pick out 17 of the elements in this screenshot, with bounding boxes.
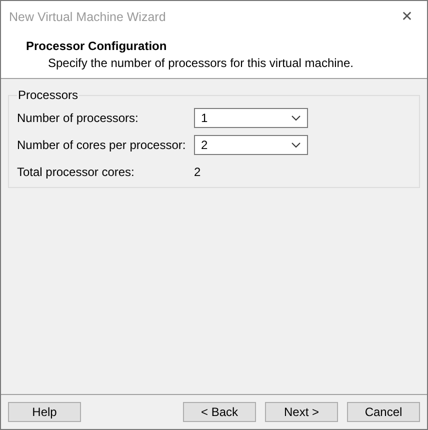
field-label: Number of cores per processor:: [17, 138, 187, 152]
chevron-down-icon: [291, 142, 301, 148]
page-subtitle: Specify the number of processors for this virtual machine.: [47, 55, 354, 70]
window-title: New Virtual Machine Wizard: [8, 10, 166, 24]
wizard-button[interactable]: Cancel: [347, 402, 420, 422]
group-legend: Processors: [17, 88, 80, 102]
total-cores-value: 2: [194, 164, 201, 178]
field-label: Total processor cores:: [17, 164, 136, 178]
wizard-button[interactable]: < Back: [183, 402, 256, 422]
help-button[interactable]: Help: [8, 402, 81, 422]
close-button[interactable]: ✕: [387, 1, 427, 32]
dropdown[interactable]: 1: [194, 108, 308, 128]
field-label: Number of processors:: [17, 110, 140, 124]
chevron-down-icon: [291, 114, 301, 120]
wizard-button[interactable]: Next >: [265, 402, 338, 422]
dropdown[interactable]: 2: [194, 134, 308, 154]
page-title: Processor Configuration: [26, 38, 168, 53]
